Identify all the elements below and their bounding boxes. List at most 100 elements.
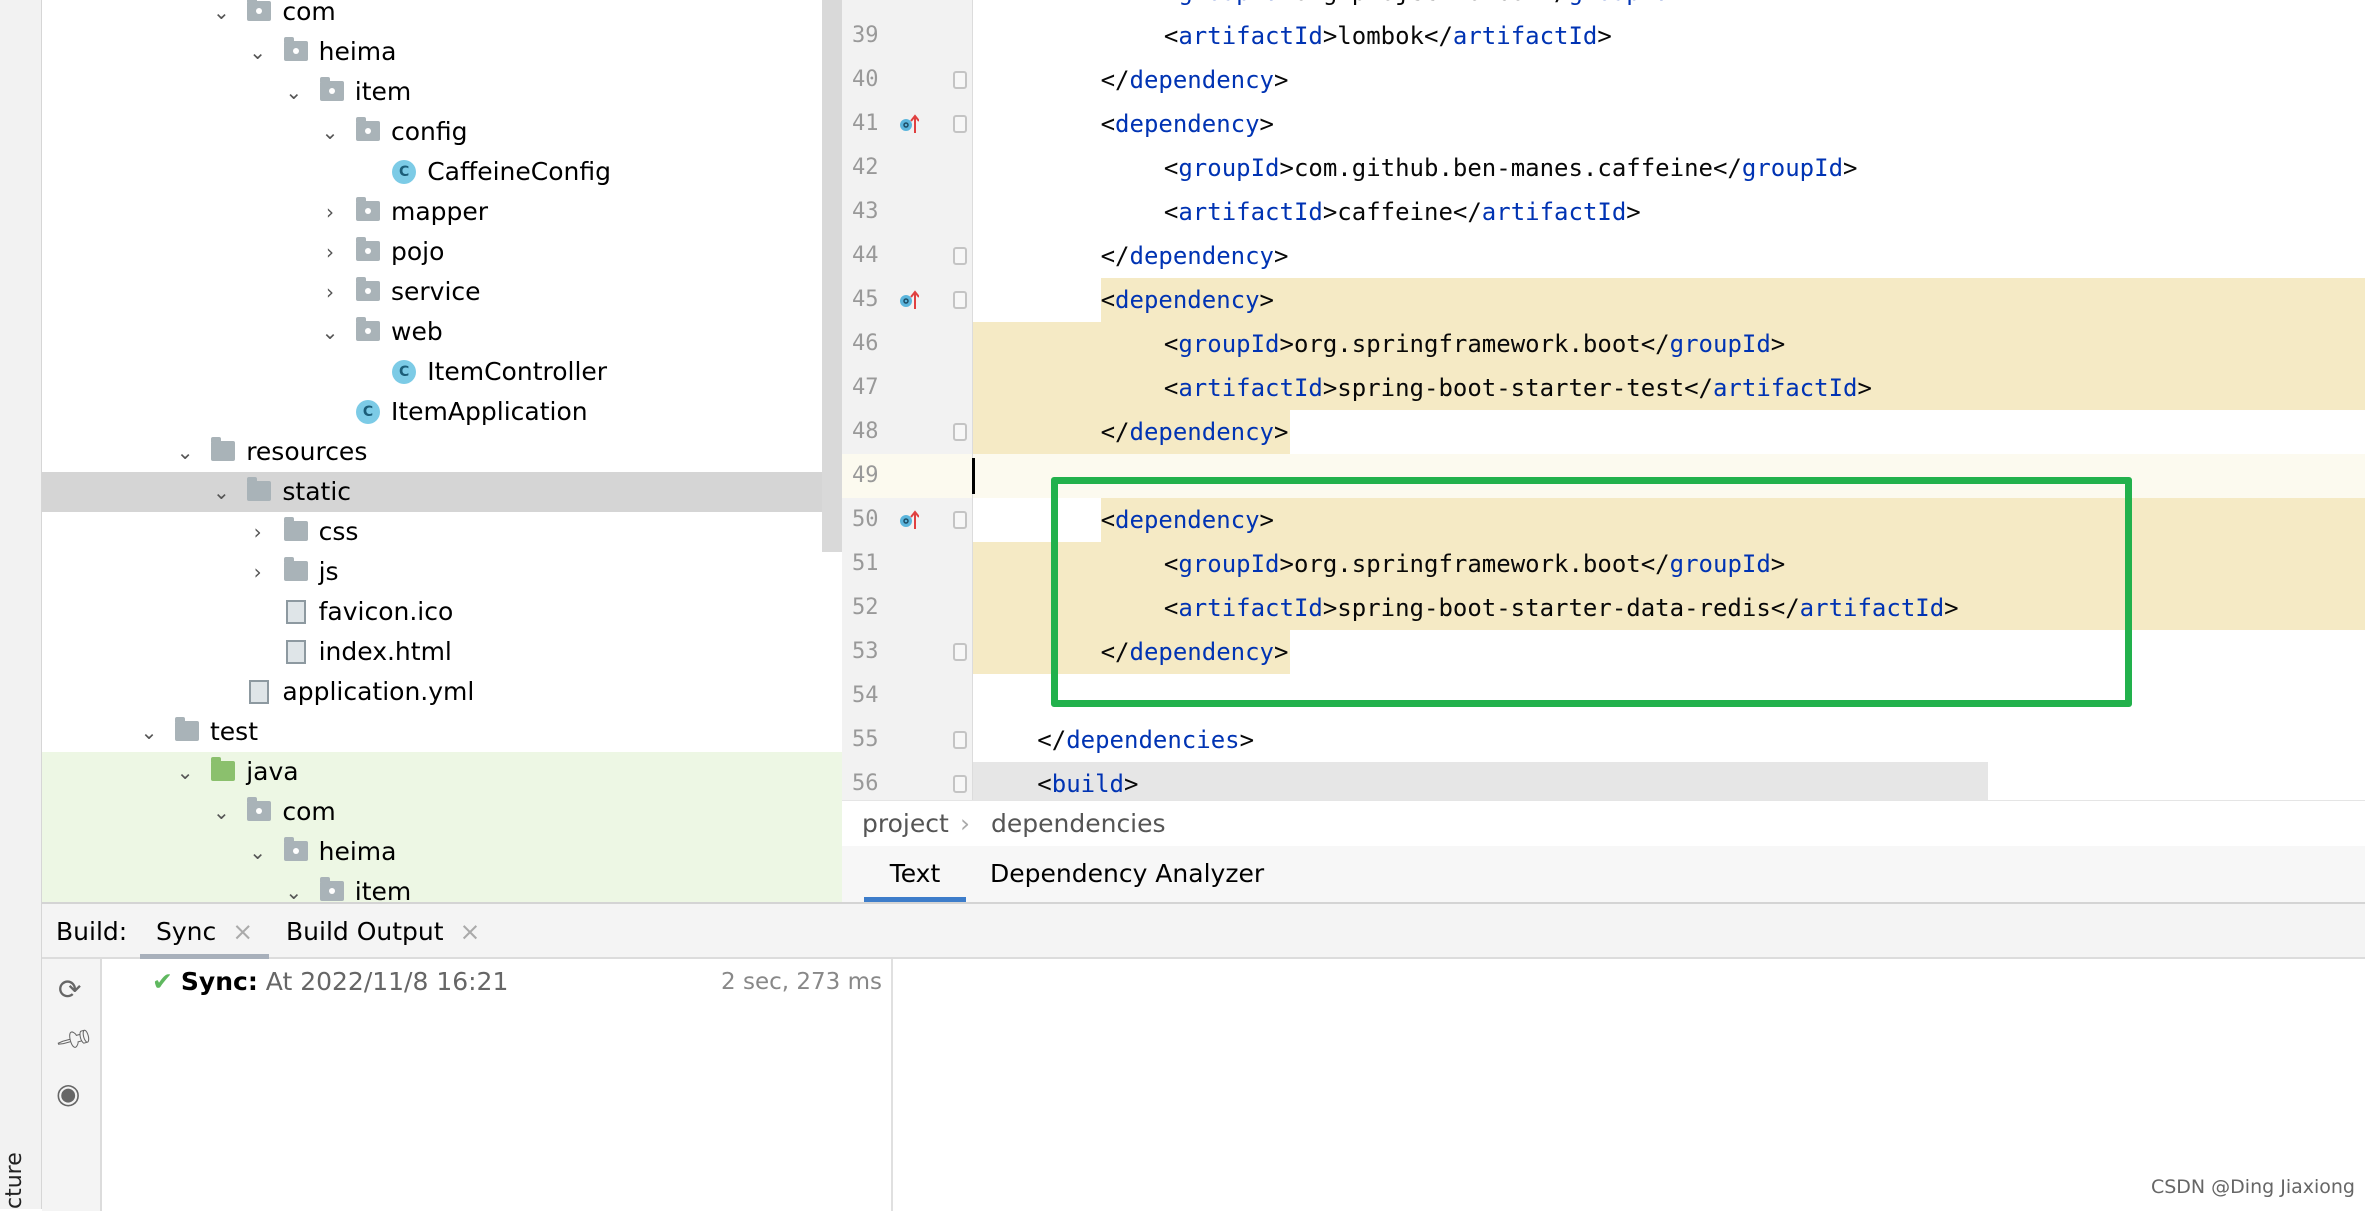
code-text: <build> xyxy=(1037,770,1139,798)
folder-icon xyxy=(247,477,272,501)
line-number: 54 xyxy=(852,683,879,708)
tab-sync[interactable]: Sync × xyxy=(140,904,270,959)
line-number: 55 xyxy=(852,727,879,752)
line-number: 47 xyxy=(852,375,879,400)
tree-item[interactable]: index.html xyxy=(42,632,842,672)
code-line[interactable]: 46 <groupId>org.springframework.boot</gro… xyxy=(842,322,2365,366)
code-line[interactable]: 43 <artifactId>caffeine</artifactId> xyxy=(842,190,2365,234)
tree-item[interactable]: C ItemController xyxy=(42,352,842,392)
overrides-icon[interactable] xyxy=(899,510,919,530)
close-icon[interactable]: × xyxy=(232,917,253,946)
eye-icon[interactable]: ◉ xyxy=(56,1077,80,1110)
chevron-down-icon[interactable]: ⌄ xyxy=(211,472,231,512)
line-number: 38 xyxy=(852,0,897,14)
tree-item-label: heima xyxy=(318,37,397,66)
tree-item[interactable]: application.yml xyxy=(42,672,842,712)
code-line[interactable]: 44 </dependency> xyxy=(842,234,2365,278)
chevron-down-icon[interactable]: ⌄ xyxy=(211,0,231,32)
code-line[interactable]: 56 <build> xyxy=(842,762,2365,800)
tree-item[interactable]: ⌄ heima xyxy=(42,832,842,872)
breadcrumb-project[interactable]: project xyxy=(862,801,949,847)
chevron-down-icon[interactable]: ⌄ xyxy=(284,872,304,902)
chevron-down-icon[interactable]: ⌄ xyxy=(175,432,195,472)
chevron-down-icon[interactable]: ⌄ xyxy=(248,832,268,872)
tree-item[interactable]: ⌄ item xyxy=(42,72,842,112)
structure-tool-tab[interactable]: cture xyxy=(2,1152,27,1209)
chevron-down-icon[interactable]: ⌄ xyxy=(284,72,304,112)
code-text: <dependency> xyxy=(1100,286,1274,314)
code-line[interactable]: 38 <groupId>org.projectlombok</groupId> xyxy=(842,0,2365,14)
sync-icon[interactable]: ⟳ xyxy=(58,973,81,1006)
line-number: 46 xyxy=(852,331,879,356)
tree-item[interactable]: C CaffeineConfig xyxy=(42,152,842,192)
fold-icon[interactable] xyxy=(953,291,967,309)
chevron-right-icon[interactable]: › xyxy=(320,192,340,232)
tree-item[interactable]: ⌄ static xyxy=(42,472,842,512)
sync-duration: 2 sec, 273 ms xyxy=(721,969,882,995)
tree-item[interactable]: ⌄ com xyxy=(42,0,842,32)
project-tree: ⌄ com ⌄ heima ⌄ item ⌄ config C CaffeineConfig › ma… xyxy=(42,0,842,902)
tab-dependency-analyzer[interactable]: Dependency Analyzer xyxy=(990,846,1264,902)
code-line[interactable]: 55 </dependencies> xyxy=(842,718,2365,762)
tree-item[interactable]: › mapper xyxy=(42,192,842,232)
tree-item[interactable]: C ItemApplication xyxy=(42,392,842,432)
chevron-down-icon[interactable]: ⌄ xyxy=(139,712,159,752)
overrides-icon[interactable] xyxy=(899,290,919,310)
tree-item[interactable]: favicon.ico xyxy=(42,592,842,632)
tab-build-output[interactable]: Build Output × xyxy=(286,904,480,959)
chevron-right-icon[interactable]: › xyxy=(320,232,340,272)
code-line[interactable]: 42 <groupId>com.github.ben-manes.caffeine… xyxy=(842,146,2365,190)
tree-item[interactable]: › css xyxy=(42,512,842,552)
line-number: 39 xyxy=(852,23,879,48)
tree-item[interactable]: ⌄ item xyxy=(42,872,842,902)
tree-item[interactable]: ⌄ test xyxy=(42,712,842,752)
code-line[interactable]: 48 </dependency> xyxy=(842,410,2365,454)
chevron-down-icon[interactable]: ⌄ xyxy=(248,32,268,72)
tree-item-label: java xyxy=(246,757,299,786)
panel-divider[interactable] xyxy=(891,959,893,1211)
code-line[interactable]: 47 <artifactId>spring-boot-starter-test</… xyxy=(842,366,2365,410)
fold-icon[interactable] xyxy=(953,71,967,89)
fold-icon[interactable] xyxy=(953,511,967,529)
tree-item[interactable]: › js xyxy=(42,552,842,592)
tree-scrollbar[interactable] xyxy=(822,0,842,552)
chevron-right-icon[interactable]: › xyxy=(320,272,340,312)
tree-item[interactable]: ⌄ heima xyxy=(42,32,842,72)
tree-item[interactable]: ⌄ web xyxy=(42,312,842,352)
chevron-down-icon[interactable]: ⌄ xyxy=(211,792,231,832)
tree-item[interactable]: ⌄ java xyxy=(42,752,842,792)
fold-icon[interactable] xyxy=(953,731,967,749)
class-icon: C xyxy=(356,400,380,424)
tree-item[interactable]: ⌄ com xyxy=(42,792,842,832)
package-icon xyxy=(356,237,380,261)
breadcrumb-dependencies[interactable]: dependencies xyxy=(991,801,1166,847)
code-line[interactable]: 45 <dependency> xyxy=(842,278,2365,322)
chevron-down-icon[interactable]: ⌄ xyxy=(320,112,340,152)
fold-icon[interactable] xyxy=(953,247,967,265)
chevron-down-icon[interactable]: ⌄ xyxy=(320,312,340,352)
code-line[interactable]: 41 <dependency> xyxy=(842,102,2365,146)
line-number: 41 xyxy=(852,111,879,136)
fold-icon[interactable] xyxy=(953,423,967,441)
overrides-icon[interactable] xyxy=(899,114,919,134)
code-line[interactable]: 39 <artifactId>lombok</artifactId> xyxy=(842,14,2365,58)
pin-icon[interactable]: 📌︎ xyxy=(53,1019,97,1061)
fold-icon[interactable] xyxy=(953,775,967,793)
tree-item[interactable]: ⌄ config xyxy=(42,112,842,152)
tree-item[interactable]: › pojo xyxy=(42,232,842,272)
fold-icon[interactable] xyxy=(953,115,967,133)
package-icon xyxy=(319,877,344,901)
code-line[interactable]: 40 </dependency> xyxy=(842,58,2365,102)
close-icon[interactable]: × xyxy=(460,917,481,946)
code-text: <dependency> xyxy=(1100,110,1274,138)
tree-item[interactable]: ⌄ resources xyxy=(42,432,842,472)
tree-item[interactable]: › service xyxy=(42,272,842,312)
sync-result-row[interactable]: ✔ Sync: At 2022/11/8 16:21 xyxy=(152,962,508,1002)
tree-item-label: css xyxy=(318,517,359,546)
tab-text[interactable]: Text xyxy=(864,846,966,902)
chevron-down-icon[interactable]: ⌄ xyxy=(175,752,195,792)
code-text: </dependencies> xyxy=(1037,726,1255,754)
chevron-right-icon[interactable]: › xyxy=(248,552,268,592)
fold-icon[interactable] xyxy=(953,643,967,661)
chevron-right-icon[interactable]: › xyxy=(248,512,268,552)
